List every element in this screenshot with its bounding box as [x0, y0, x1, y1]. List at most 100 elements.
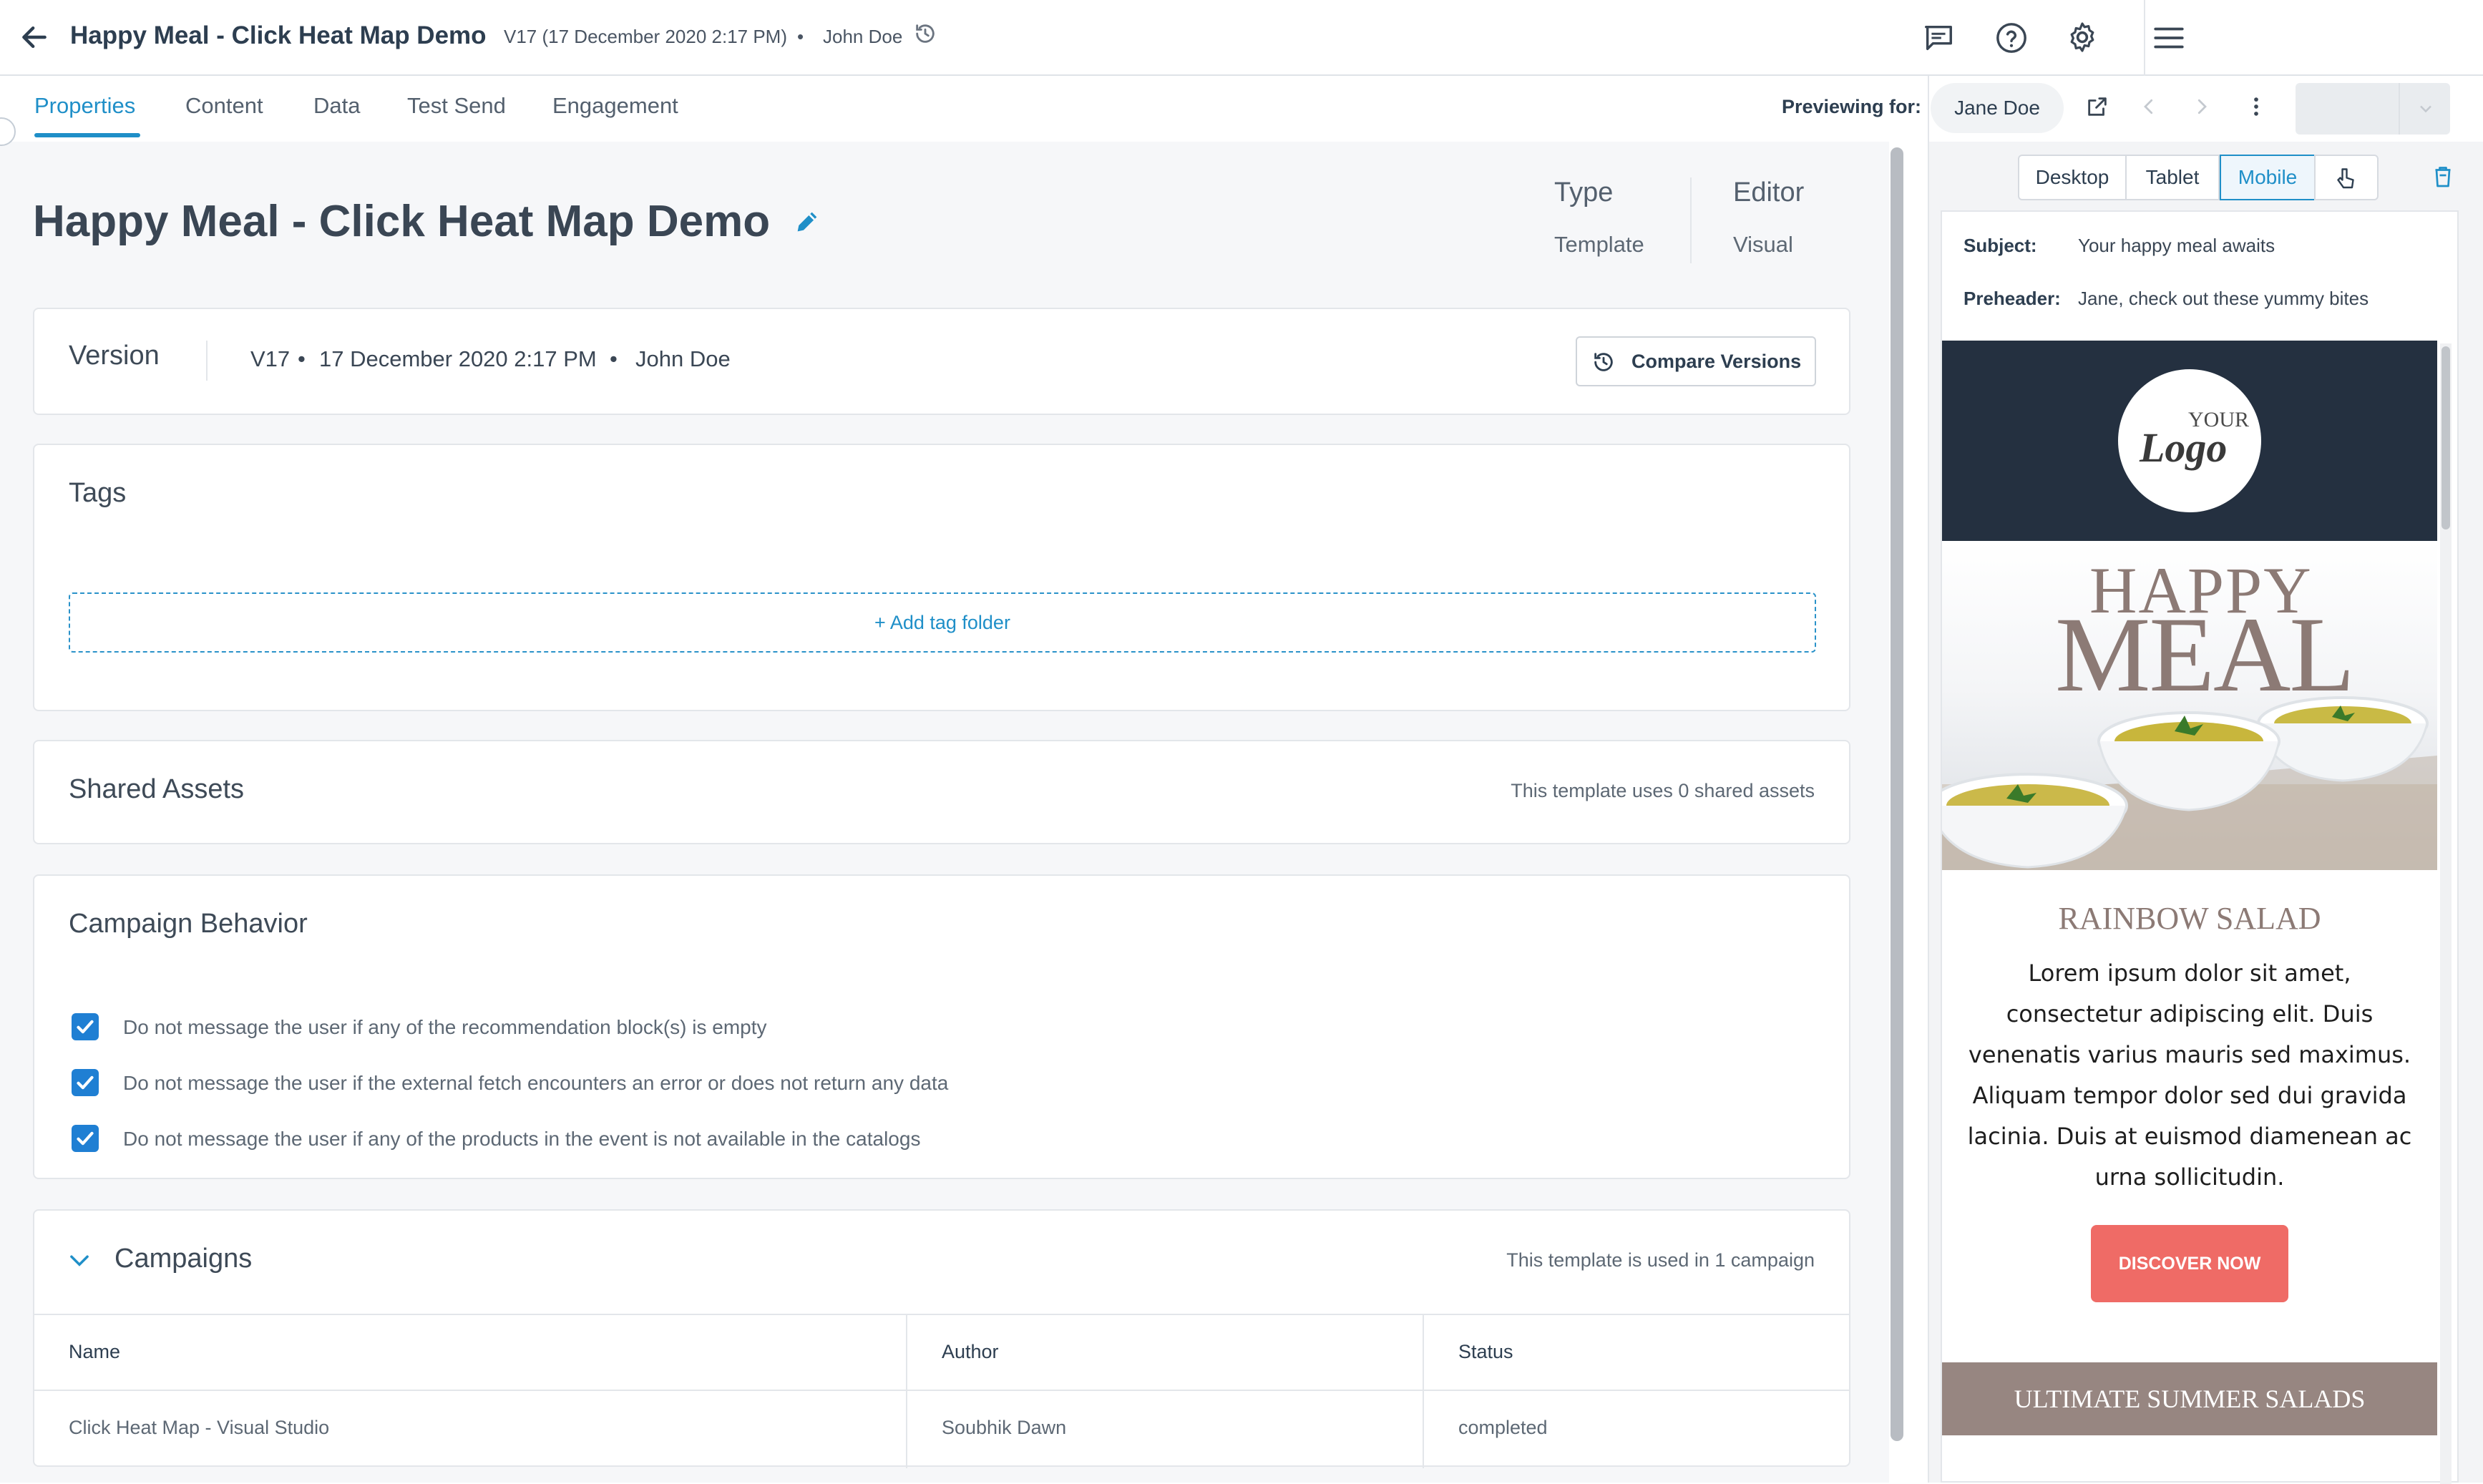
heatmap-toggle-button[interactable] — [2314, 155, 2379, 200]
trash-icon — [2435, 167, 2451, 187]
preview-scrollbar-thumb[interactable] — [2441, 346, 2450, 529]
shared-assets-summary: This template uses 0 shared assets — [1511, 780, 1815, 801]
gear-icon — [2070, 22, 2094, 52]
option-empty-recommendation-label: Do not message the user if any of the re… — [123, 1016, 767, 1038]
previous-user-button[interactable] — [2138, 96, 2160, 117]
campaign-behavior-card: Campaign Behavior Do not message the use… — [33, 874, 1850, 1179]
meta-divider — [1690, 177, 1692, 263]
dropdown-split — [2399, 83, 2400, 135]
tab-content[interactable]: Content — [185, 93, 263, 119]
main-scrollbar-thumb[interactable] — [1891, 147, 1903, 1441]
history-icon — [1594, 353, 1613, 371]
main-scrollbar-track — [1889, 142, 1931, 1483]
version-number: V17 — [250, 346, 291, 371]
help-button[interactable] — [1995, 21, 2028, 54]
header-separator: • — [797, 26, 804, 47]
campaigns-summary: This template is used in 1 campaign — [1506, 1249, 1815, 1271]
check-icon — [77, 1020, 94, 1034]
tab-properties[interactable]: Properties — [34, 93, 135, 119]
add-tag-folder-button[interactable]: + Add tag folder — [69, 592, 1816, 653]
active-tab-indicator — [34, 133, 140, 137]
version-date: 17 December 2020 2:17 PM — [319, 346, 597, 371]
header-version-meta: V17 (17 December 2020 2:17 PM) — [504, 26, 787, 47]
version-bullet-2: • — [610, 346, 618, 371]
tags-title: Tags — [69, 478, 127, 508]
preview-user-select[interactable]: Jane Doe — [1931, 83, 2064, 133]
discover-now-button[interactable]: DISCOVER NOW — [2091, 1225, 2288, 1302]
device-desktop-button[interactable]: Desktop — [2018, 155, 2127, 200]
table-column-divider — [1423, 1314, 1424, 1468]
version-author: John Doe — [635, 346, 731, 371]
logo-bottom-text: Logo — [2140, 424, 2228, 471]
clear-preview-button[interactable] — [2430, 165, 2456, 190]
next-user-button[interactable] — [2191, 96, 2213, 117]
tags-card: Tags + Add tag folder — [33, 444, 1850, 711]
tab-engagement[interactable]: Engagement — [552, 93, 678, 119]
shared-assets-title: Shared Assets — [69, 774, 245, 804]
pointer-icon — [2337, 168, 2354, 189]
version-history-button[interactable] — [913, 21, 937, 46]
page-title: Happy Meal - Click Heat Map Demo — [33, 197, 771, 246]
collapse-campaigns-button[interactable] — [66, 1246, 93, 1274]
option-fetch-error-label: Do not message the user if the external … — [123, 1072, 949, 1094]
column-header-author[interactable]: Author — [942, 1341, 999, 1363]
history-icon — [916, 24, 935, 43]
version-bullet: • — [298, 346, 306, 371]
version-label: Version — [69, 341, 160, 371]
type-value: Template — [1554, 232, 1644, 257]
header-divider — [2144, 0, 2145, 76]
tab-test-send[interactable]: Test Send — [407, 93, 506, 119]
column-header-name[interactable]: Name — [69, 1341, 120, 1363]
table-divider — [34, 1314, 1849, 1315]
table-row-divider — [34, 1390, 1849, 1391]
campaign-author-cell: Soubhik Dawn — [942, 1417, 1067, 1438]
section-title: RAINBOW SALAD — [2058, 901, 2321, 936]
device-tablet-button[interactable]: Tablet — [2125, 155, 2220, 200]
device-mobile-button[interactable]: Mobile — [2220, 155, 2316, 200]
section-body-text: Lorem ipsum dolor sit amet, consectetur … — [1967, 960, 2412, 1191]
editor-value: Visual — [1733, 232, 1793, 257]
campaign-behavior-title: Campaign Behavior — [69, 909, 308, 939]
edit-title-button[interactable] — [793, 208, 821, 236]
table-column-divider — [906, 1314, 907, 1468]
column-header-status[interactable]: Status — [1458, 1341, 1513, 1363]
help-icon — [1996, 23, 2026, 53]
action-dropdown-button[interactable] — [2296, 83, 2450, 135]
back-button[interactable] — [19, 21, 50, 53]
more-options-button[interactable] — [2244, 94, 2268, 119]
properties-panel: Happy Meal - Click Heat Map Demo Type Te… — [0, 117, 1889, 1483]
option-fetch-error-checkbox[interactable] — [72, 1069, 99, 1096]
type-label: Type — [1554, 177, 1614, 208]
summer-salads-banner[interactable]: ULTIMATE SUMMER SALADS — [1942, 1362, 2437, 1435]
hero-image[interactable]: HAPPY MEAL — [1942, 541, 2437, 870]
comment-icon — [1925, 25, 1952, 51]
preheader-value: Jane, check out these yummy bites — [2078, 288, 2369, 309]
option-empty-recommendation-checkbox[interactable] — [72, 1013, 99, 1040]
campaign-name-cell[interactable]: Click Heat Map - Visual Studio — [69, 1417, 329, 1439]
pencil-icon — [797, 212, 817, 232]
tab-data[interactable]: Data — [313, 93, 360, 119]
header-author: John Doe — [823, 26, 903, 47]
campaigns-card: Campaigns This template is used in 1 cam… — [33, 1209, 1850, 1468]
check-icon — [77, 1131, 94, 1146]
option-product-unavailable-checkbox[interactable] — [72, 1125, 99, 1152]
settings-button[interactable] — [2065, 20, 2099, 54]
main-menu-button[interactable] — [2151, 20, 2187, 56]
previewing-for-label: Previewing for: — [1782, 96, 1922, 117]
preview-panel: Desktop Tablet Mobile Subject: Your happ… — [1929, 142, 2483, 1484]
compare-versions-button[interactable]: Compare Versions — [1576, 336, 1816, 386]
chevron-left-icon — [2144, 99, 2153, 114]
email-preview-frame: Subject: Your happy meal awaits Preheade… — [1941, 210, 2459, 1484]
more-vertical-icon — [2254, 97, 2258, 116]
preheader-label: Preheader: — [1964, 288, 2061, 309]
campaign-status-cell: completed — [1458, 1417, 1548, 1438]
menu-icon — [2154, 27, 2184, 49]
open-preview-button[interactable] — [2085, 94, 2109, 119]
chevron-right-icon — [2197, 99, 2207, 114]
compare-versions-label: Compare Versions — [1631, 351, 1802, 372]
soup-bowls-illustration — [1942, 696, 2437, 870]
check-icon — [77, 1075, 94, 1090]
version-card: Version V17 • 17 December 2020 2:17 PM •… — [33, 308, 1850, 415]
option-product-unavailable-label: Do not message the user if any of the pr… — [123, 1128, 921, 1150]
comments-button[interactable] — [1922, 21, 1955, 54]
